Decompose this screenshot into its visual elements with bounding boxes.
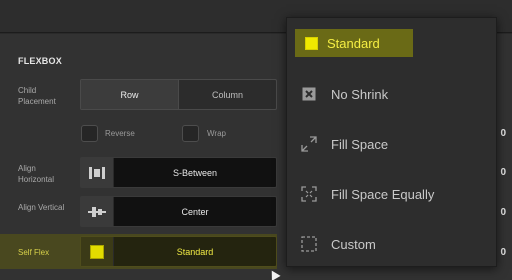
menu-item-standard[interactable]: Standard [295,29,413,57]
align-vertical-label: Align Vertical [18,203,65,212]
align-horizontal-value: S-Between [172,167,218,178]
menu-item-label: Fill Space [331,136,389,152]
wrap-checkbox[interactable] [182,125,199,142]
dashed-square-icon [287,236,331,252]
wrap-label: Wrap [207,129,226,138]
align-horizontal-field[interactable]: S-Between [80,157,277,188]
align-vertical-field[interactable]: Center [80,196,277,227]
self-flex-value: Standard [176,246,214,257]
align-center-icon [81,197,114,226]
menu-item-fill-space-equally[interactable]: Fill Space Equally [287,174,498,214]
fill-equally-icon [287,186,331,202]
menu-item-label: Custom [331,236,376,252]
right-value: 0 [500,128,506,139]
align-vertical-value: Center [181,206,209,217]
menu-item-label: Standard [327,35,380,51]
row-option-button[interactable]: Row [81,80,179,109]
right-value: 0 [500,247,506,258]
right-value: 0 [500,167,506,178]
self-flex-field[interactable]: Standard [80,236,277,267]
no-shrink-icon [287,87,331,101]
align-horizontal-label: Align Horizontal [18,164,55,184]
standard-swatch-icon [295,36,327,50]
right-value: 0 [500,207,506,218]
child-placement-label: Child Placement [18,86,56,106]
menu-item-fill-space[interactable]: Fill Space [287,124,498,164]
self-flex-label: Self Flex [18,248,50,257]
reverse-label: Reverse [105,129,135,138]
menu-item-custom[interactable]: Custom [287,224,498,264]
standard-swatch-icon [81,237,114,266]
space-between-icon [81,158,114,187]
menu-item-label: No Shrink [331,86,389,102]
column-option-button[interactable]: Column [179,80,276,109]
self-flex-dropdown-menu: Standard No Shrink Fill Space Fill Space… [286,17,497,267]
menu-item-label: Fill Space Equally [331,186,435,202]
menu-item-no-shrink[interactable]: No Shrink [287,74,498,114]
expand-arrows-icon [287,136,331,152]
child-placement-toggle: Row Column [80,79,277,110]
section-title: FLEXBOX [18,56,62,66]
reverse-checkbox[interactable] [81,125,98,142]
